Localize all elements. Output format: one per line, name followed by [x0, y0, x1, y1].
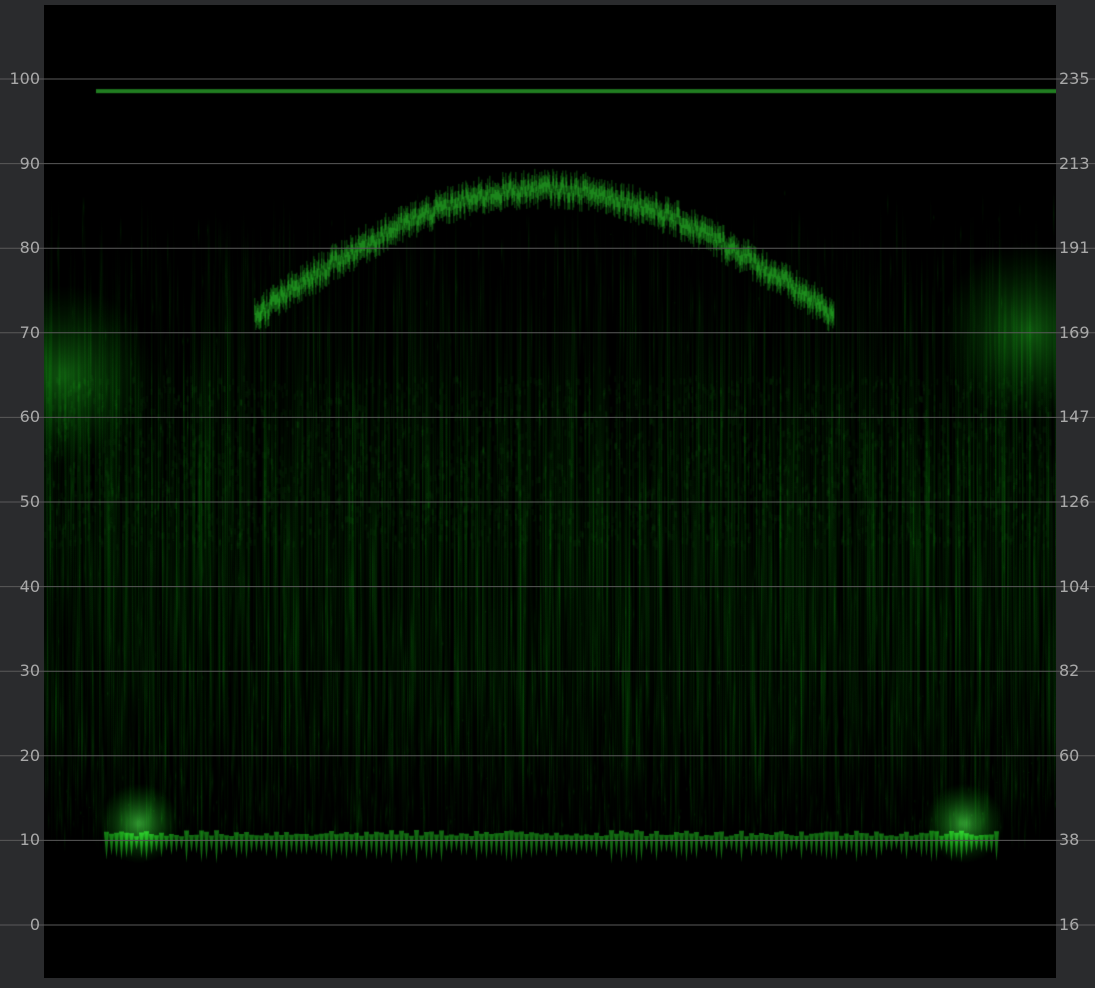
right-tick-label: 235 — [1059, 69, 1090, 88]
left-tick-label: 50 — [19, 492, 40, 511]
waveform-trace — [44, 5, 1056, 978]
left-tick-label: 0 — [29, 915, 40, 934]
left-tick-label: 10 — [19, 830, 40, 850]
waveform-scope: 100 235 90 213 80 191 70 169 60 147 50 126 40 104 30 82… — [0, 0, 1095, 988]
right-tick-label: 126 — [1059, 492, 1090, 511]
left-tick-label: 20 — [19, 745, 40, 765]
right-tick-label: 82 — [1059, 661, 1080, 681]
right-tick-label: 16 — [1059, 915, 1080, 934]
left-tick-label: 40 — [19, 576, 40, 596]
right-tick-label: 191 — [1059, 238, 1090, 258]
right-tick-label: 169 — [1059, 322, 1090, 342]
left-tick-label: 70 — [19, 322, 40, 342]
right-tick-label: 104 — [1059, 576, 1090, 596]
left-tick-label: 80 — [19, 238, 40, 258]
left-tick-label: 100 — [9, 69, 40, 88]
left-tick-label: 30 — [19, 661, 40, 681]
right-tick-label: 147 — [1059, 407, 1090, 427]
left-tick-label: 60 — [19, 407, 40, 427]
right-tick-label: 60 — [1059, 745, 1080, 765]
right-tick-label: 213 — [1059, 153, 1090, 173]
waveform-plot-area — [44, 5, 1056, 978]
right-tick-label: 38 — [1059, 830, 1080, 850]
left-tick-label: 90 — [19, 153, 40, 173]
